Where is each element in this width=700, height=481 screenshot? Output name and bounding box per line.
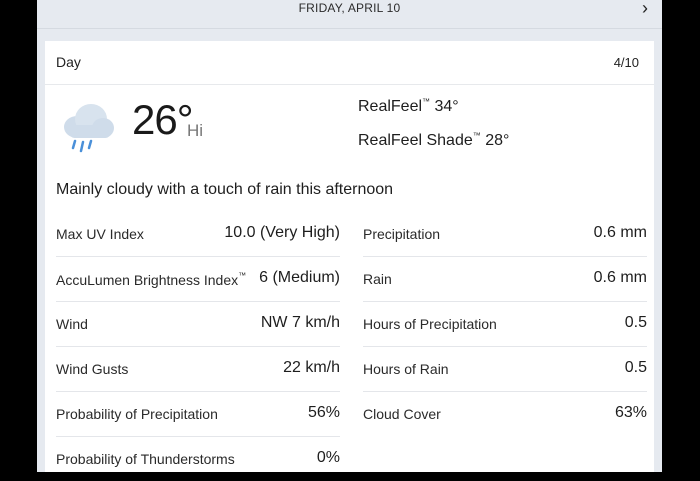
detail-label: Wind Gusts bbox=[56, 361, 129, 377]
detail-value: 6 (Medium) bbox=[259, 269, 340, 286]
detail-label: Rain bbox=[363, 271, 392, 287]
detail-value: NW 7 km/h bbox=[260, 314, 340, 331]
detail-value: 0.6 mm bbox=[593, 224, 647, 241]
detail-label: AccuLumen Brightness Index™ bbox=[56, 271, 247, 288]
detail-label: Probability of Precipitation bbox=[56, 406, 218, 422]
detail-label: Precipitation bbox=[363, 226, 441, 242]
realfeel-shade-value: 28° bbox=[485, 132, 510, 149]
forecast-phrase: Mainly cloudy with a touch of rain this … bbox=[56, 181, 394, 198]
detail-row-acculumen: AccuLumen Brightness Index™ 6 (Medium) bbox=[56, 257, 340, 302]
detail-row-thunderstorm-probability: Probability of Thunderstorms 0% bbox=[56, 437, 340, 481]
detail-row-hours-rain: Hours of Rain 0.5 bbox=[363, 347, 647, 392]
detail-row-precipitation: Precipitation 0.6 mm bbox=[363, 212, 647, 257]
realfeel-label: RealFeel bbox=[358, 98, 423, 115]
temperature-label: Hi bbox=[187, 121, 204, 140]
card-header: Day 4/10 bbox=[45, 41, 654, 85]
day-forecast-card: Day 4/10 26° Hi RealFeel™ 34° RealFeel S… bbox=[45, 41, 654, 472]
detail-value: 22 km/h bbox=[283, 359, 340, 376]
detail-value: 56% bbox=[307, 404, 340, 421]
chevron-right-icon[interactable]: › bbox=[642, 0, 648, 17]
realfeel-value: 34° bbox=[434, 98, 459, 115]
detail-row-wind: Wind NW 7 km/h bbox=[56, 302, 340, 347]
period-label: Day bbox=[56, 54, 81, 70]
detail-row-max-uv: Max UV Index 10.0 (Very High) bbox=[56, 212, 340, 257]
detail-label: Wind bbox=[56, 316, 88, 332]
detail-value: 0.5 bbox=[624, 359, 647, 376]
cloud-rain-icon bbox=[57, 97, 119, 155]
detail-value: 0.6 mm bbox=[593, 269, 647, 286]
detail-row-cloud-cover: Cloud Cover 63% bbox=[363, 392, 647, 436]
details-right-column: Precipitation 0.6 mm Rain 0.6 mm Hours o… bbox=[363, 212, 647, 436]
forecast-page: FRIDAY, APRIL 10 › Day 4/10 26° Hi RealF… bbox=[37, 0, 662, 472]
realfeel-shade-label: RealFeel Shade bbox=[358, 132, 473, 149]
detail-value: 0.5 bbox=[624, 314, 647, 331]
realfeel: RealFeel™ 34° bbox=[358, 97, 459, 115]
detail-label: Cloud Cover bbox=[363, 406, 441, 422]
detail-row-precip-probability: Probability of Precipitation 56% bbox=[56, 392, 340, 437]
date-navigation-bar: FRIDAY, APRIL 10 › bbox=[37, 0, 662, 29]
detail-label: Probability of Thunderstorms bbox=[56, 451, 235, 467]
date-title: FRIDAY, APRIL 10 bbox=[298, 1, 401, 15]
detail-label: Hours of Precipitation bbox=[363, 316, 497, 332]
card-date: 4/10 bbox=[613, 55, 639, 70]
detail-value: 0% bbox=[316, 449, 340, 466]
temperature-value: 26° bbox=[132, 96, 194, 143]
realfeel-shade: RealFeel Shade™ 28° bbox=[358, 131, 510, 149]
detail-row-hours-precipitation: Hours of Precipitation 0.5 bbox=[363, 302, 647, 347]
detail-value: 63% bbox=[614, 404, 647, 421]
detail-label: Max UV Index bbox=[56, 226, 144, 242]
details-left-column: Max UV Index 10.0 (Very High) AccuLumen … bbox=[56, 212, 340, 481]
detail-row-wind-gusts: Wind Gusts 22 km/h bbox=[56, 347, 340, 392]
detail-row-rain: Rain 0.6 mm bbox=[363, 257, 647, 302]
detail-value: 10.0 (Very High) bbox=[224, 224, 340, 241]
detail-label: Hours of Rain bbox=[363, 361, 449, 377]
